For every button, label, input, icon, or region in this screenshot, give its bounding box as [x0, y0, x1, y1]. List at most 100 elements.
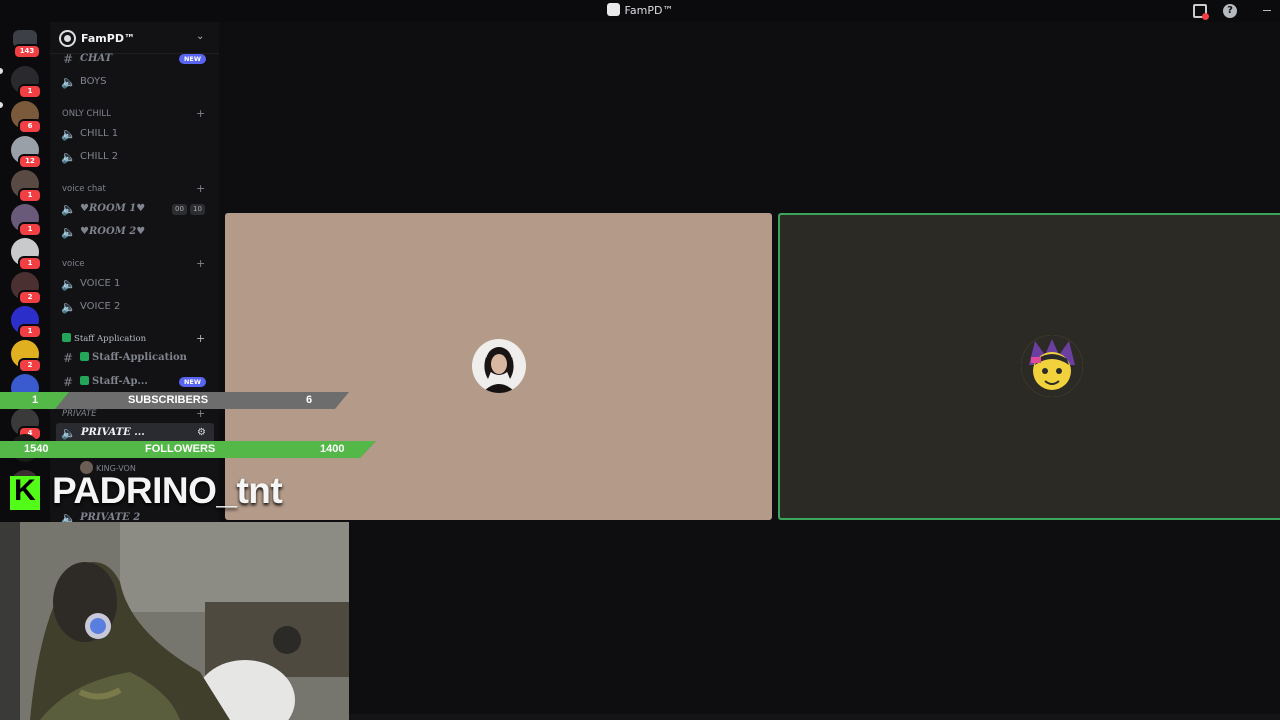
text-channel-icon: # [62, 52, 74, 66]
unread-pill [0, 102, 3, 108]
kick-logo-icon: K [10, 474, 40, 510]
kick-logo-letter: K [14, 474, 36, 507]
participant-tile[interactable] [225, 213, 772, 520]
channel-label-text: Staff-Application [92, 352, 187, 363]
category-only-chill[interactable]: ONLY CHILL + [50, 106, 219, 122]
chevron-down-icon: ⌄ [196, 31, 205, 42]
help-icon[interactable]: ? [1223, 4, 1237, 18]
server-icon-1[interactable]: 1 [11, 66, 42, 99]
unread-badge: 1 [18, 84, 42, 99]
channel-label: PRIVATE ... [81, 427, 145, 438]
webcam-image [0, 522, 349, 720]
channel-label: BOYS [80, 76, 107, 87]
subscribers-label: SUBSCRIBERS [128, 394, 209, 406]
server-icon-5[interactable]: 1 [11, 204, 42, 237]
voice-channel-icon: 🔈 [61, 426, 76, 440]
channel-label: Staff-Ap... [80, 372, 148, 392]
unread-badge: 2 [18, 290, 42, 305]
server-icon-6[interactable]: 1 [11, 238, 42, 271]
unread-badge: 1 [18, 256, 42, 271]
channel-label: CHILL 1 [80, 128, 119, 139]
checkmark-icon [80, 376, 89, 385]
category-label: voice chat [62, 184, 106, 194]
unread-badge: 6 [18, 119, 42, 134]
add-channel-icon[interactable]: + [196, 256, 205, 272]
title-bar: FamPD™ ? [0, 0, 1280, 22]
add-channel-icon[interactable]: + [196, 106, 205, 122]
followers-goal-bar: 1540 FOLLOWERS 1400 [0, 441, 376, 458]
channel-settings-icon[interactable]: ⚙ [197, 423, 206, 443]
new-badge: NEW [179, 377, 206, 387]
category-staff-application[interactable]: Staff Application + [50, 331, 219, 347]
category-voice-chat[interactable]: voice chat + [50, 181, 219, 197]
participant-tile-speaking[interactable] [778, 213, 1280, 520]
avatar-portrait [482, 347, 516, 393]
server-icon-8[interactable]: 1 [11, 306, 42, 339]
voice-channel-icon: 🔈 [61, 300, 76, 314]
channel-staff-ap[interactable]: # Staff-Ap... NEW [50, 372, 219, 392]
bottom-strip [349, 714, 1280, 720]
subscribers-current: 1 [32, 394, 39, 406]
channel-label: CHILL 2 [80, 151, 119, 162]
server-icon-9[interactable]: 2 [11, 340, 42, 373]
voice-channel-icon: 🔈 [61, 225, 76, 239]
server-icon-7[interactable]: 2 [11, 272, 42, 305]
voice-channel-icon: 🔈 [61, 127, 76, 141]
server-icon-2[interactable]: 6 [11, 101, 42, 134]
channel-staff-application[interactable]: # Staff-Application [50, 348, 219, 368]
home-icon[interactable]: 143 [13, 30, 41, 59]
unread-pill [0, 68, 3, 74]
unread-badge: 1 [18, 188, 42, 203]
unread-badge: 12 [18, 154, 42, 169]
category-label: Staff Application [62, 331, 146, 347]
add-channel-icon[interactable]: + [196, 331, 205, 347]
window-title: FamPD™ [0, 3, 1280, 17]
category-voice[interactable]: voice + [50, 256, 219, 272]
user-count: 00 [172, 204, 187, 215]
checkmark-icon [62, 333, 71, 342]
channel-label: ♥ROOM 1♥ [80, 203, 146, 214]
webcam-feed [0, 522, 349, 720]
server-icon-4[interactable]: 1 [11, 170, 42, 203]
channel-label: ♥ROOM 2♥ [80, 226, 146, 237]
discord-stream-screen: FamPD™ ? 143 1612111212442 FamPD™ ⌄ # CH… [0, 0, 1280, 720]
channel-label: CHAT [80, 53, 113, 64]
text-channel-icon: # [62, 375, 74, 389]
server-icon-3[interactable]: 12 [11, 136, 42, 169]
category-label: voice [62, 259, 85, 269]
streamer-handle: PADRINO_tnt [52, 470, 283, 511]
server-name: FamPD™ [81, 32, 135, 45]
user-limit: 10 [190, 204, 205, 215]
server-icon-11[interactable]: 4 [11, 408, 42, 441]
inbox-icon[interactable] [1193, 4, 1209, 20]
channel-chill-2[interactable]: 🔈 CHILL 2 [50, 147, 219, 167]
voice-channel-icon: 🔈 [61, 150, 76, 164]
voice-channel-icon: 🔈 [61, 75, 76, 89]
category-label: ONLY CHILL [62, 109, 111, 119]
channel-chat[interactable]: # CHAT NEW [50, 49, 219, 69]
checkmark-icon [80, 352, 89, 361]
channel-voice-1[interactable]: 🔈 VOICE 1 [50, 274, 219, 294]
subscribers-goal-bar: 1 SUBSCRIBERS 6 [0, 392, 349, 409]
unread-badge: 2 [18, 358, 42, 373]
participant-avatar [472, 339, 526, 393]
channel-room-1[interactable]: 🔈 ♥ROOM 1♥ 00 10 [50, 199, 219, 219]
channel-voice-2[interactable]: 🔈 VOICE 2 [50, 297, 219, 317]
channel-private-1[interactable]: 🔈 PRIVATE ... ⚙ [56, 423, 214, 443]
channel-chill-1[interactable]: 🔈 CHILL 1 [50, 124, 219, 144]
avatar-cartoon [1021, 335, 1083, 397]
channel-label: Staff-Application [80, 348, 187, 368]
category-label-text: Staff Application [74, 334, 147, 344]
followers-label: FOLLOWERS [145, 443, 216, 455]
add-channel-icon[interactable]: + [196, 181, 205, 197]
new-badge: NEW [179, 54, 206, 64]
server-settings-icon [61, 32, 74, 45]
followers-goal: 1400 [320, 443, 345, 455]
channel-room-2[interactable]: 🔈 ♥ROOM 2♥ [50, 222, 219, 242]
channel-boys[interactable]: 🔈 BOYS [50, 72, 219, 92]
minimize-icon[interactable] [1263, 10, 1271, 11]
text-channel-icon: # [62, 351, 74, 365]
unread-badge: 1 [18, 324, 42, 339]
followers-current: 1540 [24, 443, 49, 455]
window-title-text: FamPD™ [624, 4, 674, 17]
